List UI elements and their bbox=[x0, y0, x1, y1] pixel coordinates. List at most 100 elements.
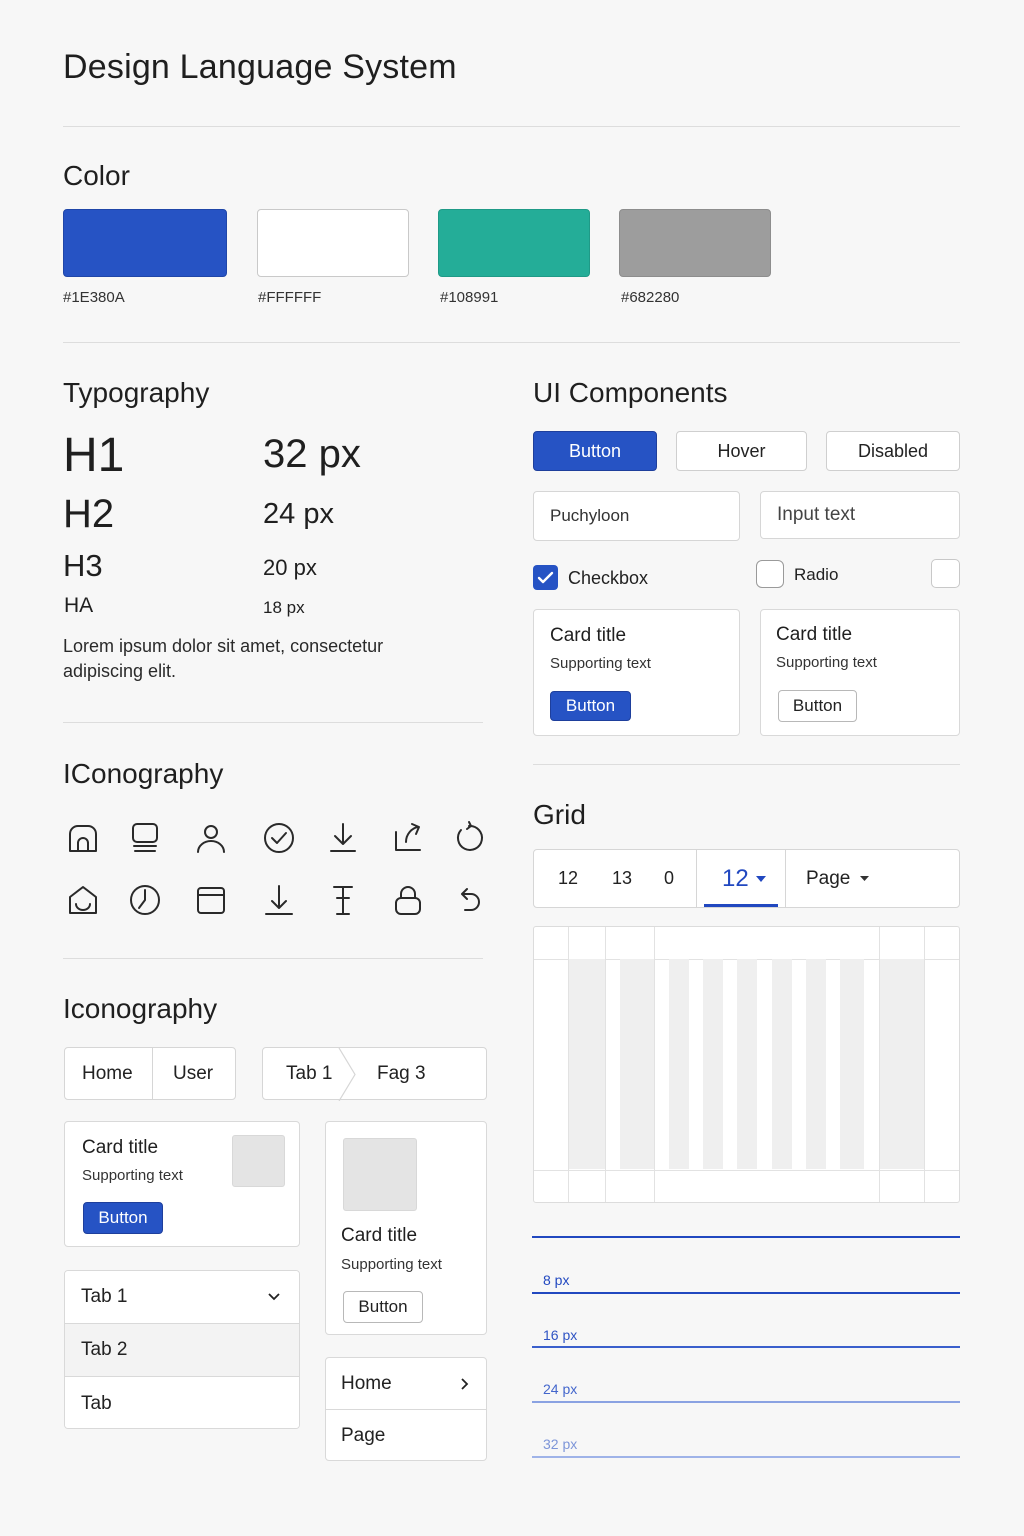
clock-icon bbox=[127, 882, 163, 918]
page-tab-13[interactable]: 13 bbox=[612, 850, 632, 907]
card-supporting-text: Supporting text bbox=[82, 1167, 183, 1184]
type-h4-size: 18 px bbox=[263, 598, 305, 617]
color-swatch-1[interactable] bbox=[63, 209, 227, 277]
card-left: Card title Supporting text Button bbox=[64, 1121, 300, 1247]
card-button[interactable]: Button bbox=[343, 1291, 423, 1323]
pagination-bar: 12 13 0 12 Page bbox=[533, 849, 960, 908]
page-tab-0[interactable]: 0 bbox=[664, 850, 674, 907]
type-h2-label: H2 bbox=[63, 492, 115, 536]
grid-col-line bbox=[654, 927, 655, 1202]
card-title: Card title bbox=[82, 1137, 159, 1158]
grid-column bbox=[880, 959, 924, 1169]
nav-item-label: Home bbox=[341, 1372, 392, 1394]
grid-column bbox=[620, 959, 654, 1169]
page-select-active[interactable]: 12 bbox=[722, 850, 767, 907]
page-dropdown-label: Page bbox=[806, 867, 851, 889]
primary-button[interactable]: Button bbox=[533, 431, 657, 471]
accordion-item-tab-2[interactable]: Tab 2 bbox=[65, 1324, 299, 1377]
grid-column bbox=[703, 959, 723, 1169]
user-icon bbox=[193, 820, 229, 856]
spacing-line bbox=[532, 1292, 960, 1294]
color-hex-2: #FFFFFF bbox=[258, 289, 322, 306]
checkbox[interactable] bbox=[533, 565, 558, 590]
card-supporting-text: Supporting text bbox=[550, 655, 651, 672]
spacing-label-32: 32 px bbox=[543, 1436, 578, 1452]
iconography-components-heading: Iconography bbox=[63, 993, 218, 1024]
spacing-label-8: 8 px bbox=[543, 1272, 570, 1288]
grid-column bbox=[569, 959, 605, 1169]
accordion-item-tab-1[interactable]: Tab 1 bbox=[65, 1271, 299, 1324]
text-input-placeholder[interactable]: Input text bbox=[760, 491, 960, 539]
grid-column bbox=[737, 959, 757, 1169]
divider bbox=[533, 764, 960, 765]
toggle-box[interactable] bbox=[931, 559, 960, 588]
tab-fag-3[interactable]: Fag 3 bbox=[359, 1048, 479, 1099]
type-h1-size: 32 px bbox=[263, 432, 361, 476]
grid-preview bbox=[533, 926, 960, 1203]
checkmark-icon bbox=[537, 571, 554, 584]
accordion-label: Tab 1 bbox=[81, 1286, 128, 1307]
card-title: Card title bbox=[341, 1225, 418, 1246]
color-swatch-3[interactable] bbox=[438, 209, 590, 277]
nav-item-home[interactable]: Home bbox=[326, 1358, 486, 1410]
spacing-line bbox=[532, 1236, 960, 1238]
card-button[interactable]: Button bbox=[83, 1202, 163, 1234]
tab-breadcrumb: Tab 1 Fag 3 bbox=[262, 1047, 487, 1101]
card-title: Card title bbox=[550, 625, 627, 646]
active-page-value: 12 bbox=[722, 864, 749, 892]
nav-item-page[interactable]: Page bbox=[326, 1410, 486, 1460]
page-tab-12[interactable]: 12 bbox=[558, 850, 578, 907]
grid-row-line bbox=[534, 1170, 959, 1171]
type-h1-label: H1 bbox=[63, 429, 125, 482]
grid-col-line bbox=[924, 927, 925, 1202]
card-button[interactable]: Button bbox=[550, 691, 631, 721]
color-hex-1: #1E380A bbox=[63, 289, 125, 306]
divider bbox=[785, 850, 786, 907]
type-h3-size: 20 px bbox=[263, 555, 317, 580]
grid-heading: Grid bbox=[533, 799, 586, 830]
text-input-filled[interactable]: Puchyloon bbox=[533, 491, 740, 541]
lock-icon bbox=[390, 882, 426, 918]
share-icon bbox=[390, 820, 426, 856]
color-swatch-4[interactable] bbox=[619, 209, 771, 277]
iconography-heading: IConography bbox=[63, 758, 224, 789]
segment-home[interactable]: Home bbox=[65, 1048, 153, 1099]
card-title: Card title bbox=[776, 624, 853, 645]
disabled-button: Disabled bbox=[826, 431, 960, 471]
divider bbox=[696, 850, 697, 907]
folder-icon bbox=[193, 882, 229, 918]
check-circle-icon bbox=[261, 820, 297, 856]
home-icon bbox=[65, 820, 101, 856]
undo-icon bbox=[451, 882, 487, 918]
segment-user[interactable]: User bbox=[153, 1048, 237, 1099]
grid-column bbox=[669, 959, 689, 1169]
spacing-line bbox=[532, 1401, 960, 1403]
page-dropdown[interactable]: Page bbox=[806, 850, 870, 907]
type-h3-label: H3 bbox=[63, 548, 103, 583]
radio-label: Radio bbox=[794, 565, 839, 584]
refresh-icon bbox=[451, 820, 487, 856]
nav-list: Home Page bbox=[325, 1357, 487, 1461]
divider bbox=[63, 342, 960, 343]
image-placeholder bbox=[343, 1138, 417, 1211]
hover-button[interactable]: Hover bbox=[676, 431, 807, 471]
grid-column bbox=[806, 959, 826, 1169]
spacing-label-24: 24 px bbox=[543, 1381, 578, 1397]
color-hex-4: #682280 bbox=[621, 289, 680, 306]
divider bbox=[63, 126, 960, 127]
grid-column bbox=[772, 959, 792, 1169]
chevron-right-icon bbox=[461, 1378, 469, 1390]
ui-card-primary: Card title Supporting text Button bbox=[533, 609, 740, 736]
segmented-nav: Home User bbox=[64, 1047, 236, 1100]
card-button[interactable]: Button bbox=[778, 690, 857, 722]
card-supporting-text: Supporting text bbox=[776, 654, 877, 671]
divider bbox=[63, 958, 483, 959]
color-swatch-2[interactable] bbox=[257, 209, 409, 277]
radio[interactable] bbox=[756, 560, 784, 588]
download-icon bbox=[325, 820, 361, 856]
accordion-item-tab[interactable]: Tab bbox=[65, 1377, 299, 1428]
tab-1[interactable]: Tab 1 bbox=[263, 1048, 341, 1099]
type-body-sample: Lorem ipsum dolor sit amet, consectetur … bbox=[63, 636, 384, 681]
page-title: Design Language System bbox=[63, 48, 457, 86]
chevron-separator-icon bbox=[338, 1048, 356, 1101]
